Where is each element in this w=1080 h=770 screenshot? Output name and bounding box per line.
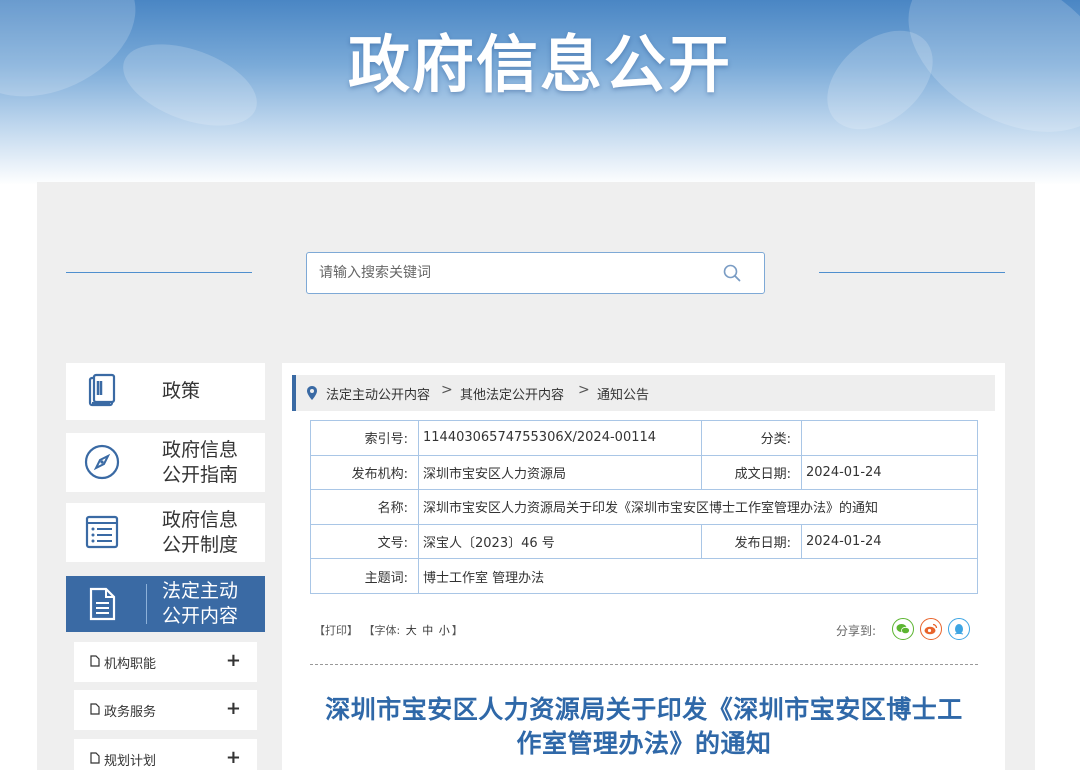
meta-label: 主题词: [310,558,419,594]
sidebar-item-label: 政府信息 公开指南 [162,439,239,486]
font-size-prefix: 【字体: [363,624,401,637]
qq-icon[interactable] [948,618,970,640]
sidebar-item-public-content[interactable]: 法定主动 公开内容 [66,576,265,632]
meta-label: 发布日期: [701,523,802,560]
sub-item-services[interactable]: 政务服务 + [74,690,257,730]
document-title-line: 作室管理办法》的通知 [516,729,772,758]
page-title: 政府信息公开 [347,28,732,101]
sidebar-item-label: 法定主动 公开内容 [162,580,239,627]
breadcrumb-separator: > [578,382,590,398]
print-link[interactable]: 【打印】 [314,624,358,637]
document-metadata-table: 索引号: 11440306574755306X/2024-00114 分类: 发… [310,420,978,594]
breadcrumb-separator: > [441,382,453,398]
document-title-line: 深圳市宝安区人力资源局关于印发《深圳市宝安区博士工 [325,695,963,724]
sidebar-item-label: 政策 [162,380,201,402]
sub-item-label: 政务服务 [104,705,157,720]
meta-value: 博士工作室 管理办法 [418,558,978,594]
content-divider [310,664,978,665]
header-banner: 政府信息公开 [0,0,1080,185]
meta-label: 索引号: [310,420,419,456]
list-icon [85,515,119,549]
book-icon [88,373,116,407]
file-icon [90,752,100,764]
breadcrumb-item[interactable]: 通知公告 [597,384,649,403]
page-tools: 【打印】 【字体: 大 中 小】 [314,622,465,638]
compass-icon [84,444,120,480]
meta-label: 名称: [310,489,419,525]
sidebar-item-label: 政府信息 公开制度 [162,509,239,556]
search-divider-right [819,272,1005,273]
file-icon [90,655,100,667]
search-icon[interactable] [722,263,742,283]
sidebar-item-guide[interactable]: 政府信息 公开指南 [66,433,265,492]
search-box [306,252,765,294]
share-label: 分享到: [836,624,877,638]
sub-item-label: 规划计划 [104,754,157,769]
meta-value: 11440306574755306X/2024-00114 [418,420,702,456]
sidebar-divider [146,584,147,624]
search-divider-left [66,272,252,273]
breadcrumb-item[interactable]: 法定主动公开内容 [326,384,430,403]
sub-item-label: 机构职能 [104,657,157,672]
wechat-icon[interactable] [892,618,914,640]
document-title: 深圳市宝安区人力资源局关于印发《深圳市宝安区博士工 作室管理办法》的通知 [305,693,983,761]
breadcrumb-item[interactable]: 其他法定公开内容 [460,384,564,403]
meta-label: 文号: [310,523,419,560]
sub-item-functions[interactable]: 机构职能 + [74,642,257,682]
expand-icon[interactable]: + [226,747,241,768]
font-large-link[interactable]: 大 [406,624,417,637]
sidebar-item-policy[interactable]: 政策 [66,363,265,420]
expand-icon[interactable]: + [226,698,241,719]
location-pin-icon [307,386,317,400]
meta-label: 分类: [701,420,802,456]
meta-value: 深宝人〔2023〕46 号 [418,523,702,560]
breadcrumb: 法定主动公开内容 > 其他法定公开内容 > 通知公告 [292,375,995,411]
meta-value: 深圳市宝安区人力资源局 [418,454,702,491]
font-small-link[interactable]: 小 [439,624,450,637]
font-size-suffix: 】 [451,624,463,637]
sidebar-item-system[interactable]: 政府信息 公开制度 [66,503,265,562]
expand-icon[interactable]: + [226,650,241,671]
search-input[interactable] [319,253,719,293]
meta-value [801,420,978,456]
meta-value: 深圳市宝安区人力资源局关于印发《深圳市宝安区博士工作室管理办法》的通知 [418,489,978,525]
document-icon [89,587,116,621]
font-medium-link[interactable]: 中 [422,624,433,637]
meta-value: 2024-01-24 [801,454,978,491]
meta-value: 2024-01-24 [801,523,978,560]
meta-label: 成文日期: [701,454,802,491]
meta-label: 发布机构: [310,454,419,491]
sub-item-plans[interactable]: 规划计划 + [74,739,257,770]
weibo-icon[interactable] [920,618,942,640]
file-icon [90,703,100,715]
